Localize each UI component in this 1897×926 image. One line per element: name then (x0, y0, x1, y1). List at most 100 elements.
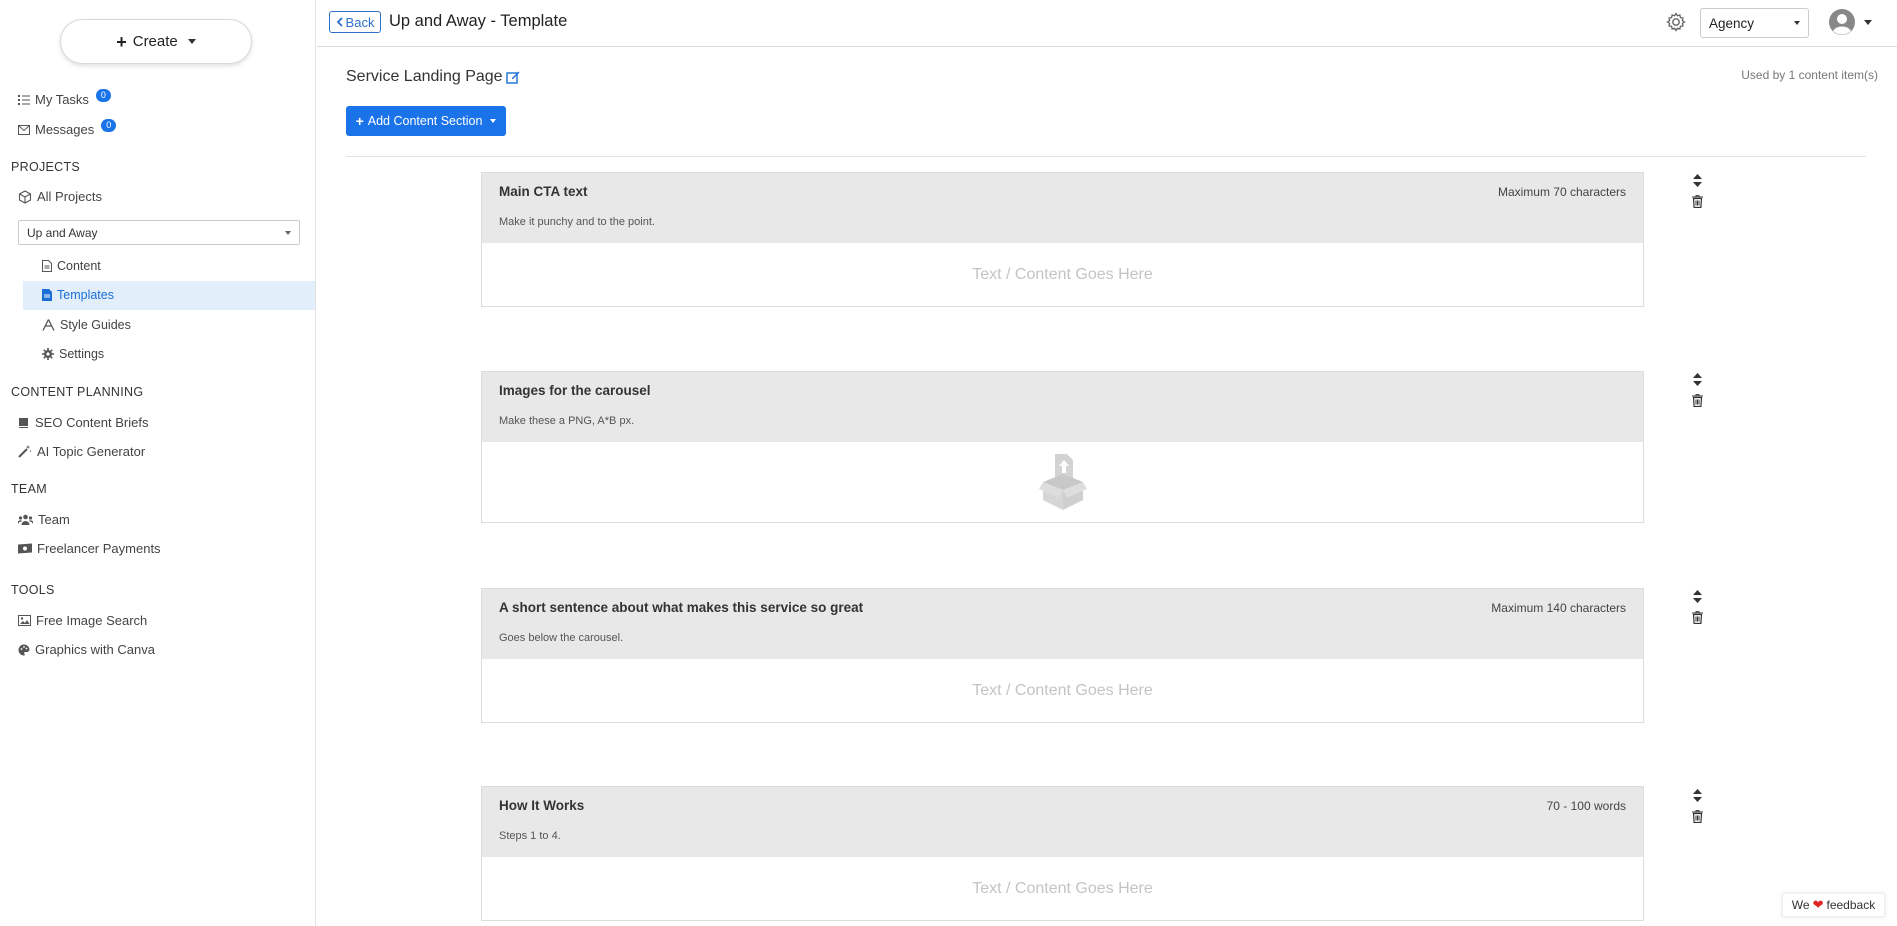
usage-count: Used by 1 content item(s) (1741, 68, 1878, 82)
sort-icon[interactable] (1693, 789, 1702, 805)
pen-nib-icon (42, 319, 55, 331)
create-label: Create (132, 33, 178, 50)
file-alt-icon (42, 289, 52, 301)
sidebar-item-content[interactable]: Content (42, 259, 101, 273)
section-content-placeholder[interactable]: Text / Content Goes Here (482, 659, 1643, 722)
chevron-left-icon (336, 17, 343, 27)
content-section-card: Main CTA text Maximum 70 characters Make… (481, 172, 1644, 307)
feedback-button[interactable]: We ❤ feedback (1782, 893, 1885, 917)
section-tools (1692, 590, 1703, 627)
nav-free-image-search[interactable]: Free Image Search (18, 613, 147, 628)
section-limit: Maximum 70 characters (1497, 185, 1626, 199)
add-section-label: Add Content Section (367, 114, 483, 128)
magic-wand-icon (18, 445, 32, 458)
project-select[interactable]: Up and Away (18, 220, 300, 245)
sort-icon[interactable] (1693, 174, 1702, 190)
sidebar: + Create My Tasks 0 Messages 0 PROJECTS … (0, 0, 316, 926)
caret-down-icon (1864, 19, 1872, 25)
nav-ai-topic-generator[interactable]: AI Topic Generator (18, 444, 145, 459)
select-arrow-icon (285, 230, 291, 235)
sidebar-item-style-guides[interactable]: Style Guides (42, 318, 131, 332)
nav-seo-content-briefs[interactable]: SEO Content Briefs (18, 415, 148, 430)
back-button[interactable]: Back (329, 11, 381, 33)
content-planning-heading: CONTENT PLANNING (11, 385, 144, 399)
template-name: Service Landing Page (346, 68, 520, 86)
nav-all-projects[interactable]: All Projects (18, 189, 102, 204)
section-description: Goes below the carousel. (499, 632, 624, 644)
nav-label: Freelancer Payments (37, 541, 161, 556)
section-tools (1692, 174, 1703, 211)
nav-freelancer-payments[interactable]: Freelancer Payments (18, 541, 161, 556)
section-header: A short sentence about what makes this s… (482, 589, 1643, 659)
tools-heading: TOOLS (11, 583, 55, 597)
plus-icon: + (116, 31, 127, 52)
my-tasks-count-badge: 0 (95, 89, 111, 102)
create-button[interactable]: + Create (60, 19, 252, 64)
plus-icon: + (355, 113, 364, 129)
trash-icon[interactable] (1692, 394, 1703, 410)
book-icon (19, 417, 28, 428)
nav-label: Team (38, 512, 70, 527)
user-menu[interactable] (1828, 8, 1872, 36)
content-section-card: Images for the carousel Make these a PNG… (481, 371, 1644, 523)
sort-icon[interactable] (1693, 373, 1702, 389)
heart-icon: ❤ (1812, 897, 1824, 912)
trash-icon[interactable] (1692, 611, 1703, 627)
account-type-value: Agency (1709, 15, 1755, 31)
team-heading: TEAM (11, 482, 47, 496)
add-content-section-button[interactable]: + Add Content Section (346, 106, 506, 136)
section-title: A short sentence about what makes this s… (499, 600, 864, 615)
settings-gear-icon[interactable] (1665, 11, 1687, 36)
cog-icon (42, 348, 54, 360)
nav-team[interactable]: Team (18, 512, 70, 527)
template-name-label: Service Landing Page (346, 68, 503, 85)
section-header: Images for the carousel Make these a PNG… (482, 372, 1643, 442)
nav-messages[interactable]: Messages 0 (18, 119, 117, 137)
section-limit: 70 - 100 words (1546, 799, 1626, 813)
content-section-card: A short sentence about what makes this s… (481, 588, 1644, 723)
feedback-prefix: We (1791, 898, 1810, 912)
nav-graphics-with-canva[interactable]: Graphics with Canva (18, 642, 155, 657)
all-projects-label: All Projects (37, 189, 103, 204)
section-title: Images for the carousel (499, 383, 651, 398)
nav-label: Graphics with Canva (35, 642, 155, 657)
image-upload-area[interactable] (482, 442, 1643, 522)
sidebar-item-label: Settings (59, 347, 105, 361)
sort-icon[interactable] (1693, 590, 1702, 606)
section-header: How It Works 70 - 100 words Steps 1 to 4… (482, 787, 1643, 857)
section-tools (1692, 789, 1703, 826)
trash-icon[interactable] (1692, 195, 1703, 211)
caret-down-icon (490, 119, 497, 123)
sidebar-item-label: Content (57, 259, 101, 273)
content-section-card: How It Works 70 - 100 words Steps 1 to 4… (481, 786, 1644, 921)
section-description: Steps 1 to 4. (499, 830, 561, 842)
section-content-placeholder[interactable]: Text / Content Goes Here (482, 857, 1643, 920)
nav-my-tasks[interactable]: My Tasks 0 (18, 89, 111, 107)
messages-count-badge: 0 (101, 119, 117, 132)
section-content-placeholder[interactable]: Text / Content Goes Here (482, 243, 1643, 306)
project-select-value: Up and Away (27, 225, 98, 240)
select-arrow-icon (1794, 21, 1800, 25)
section-description: Make these a PNG, A*B px. (499, 415, 635, 427)
feedback-label: feedback (1826, 898, 1876, 912)
envelope-icon (18, 124, 30, 135)
nav-label: SEO Content Briefs (35, 415, 149, 430)
my-tasks-label: My Tasks (35, 92, 89, 107)
top-bar: Back Up and Away - Template Agency (317, 0, 1897, 47)
users-icon (18, 514, 33, 525)
cube-icon (18, 189, 32, 204)
sidebar-item-label: Style Guides (60, 318, 131, 332)
sidebar-item-settings[interactable]: Settings (42, 347, 104, 361)
section-title: How It Works (499, 798, 585, 813)
nav-label: Free Image Search (36, 613, 148, 628)
image-icon (18, 615, 31, 626)
account-type-select[interactable]: Agency (1700, 8, 1809, 38)
projects-heading: PROJECTS (11, 160, 81, 174)
sidebar-item-templates[interactable]: Templates (42, 288, 114, 302)
page-title: Up and Away - Template (389, 12, 568, 30)
edit-icon[interactable] (505, 70, 520, 84)
messages-label: Messages (35, 122, 95, 137)
palette-icon (18, 643, 30, 655)
nav-label: AI Topic Generator (37, 444, 146, 459)
trash-icon[interactable] (1692, 810, 1703, 826)
